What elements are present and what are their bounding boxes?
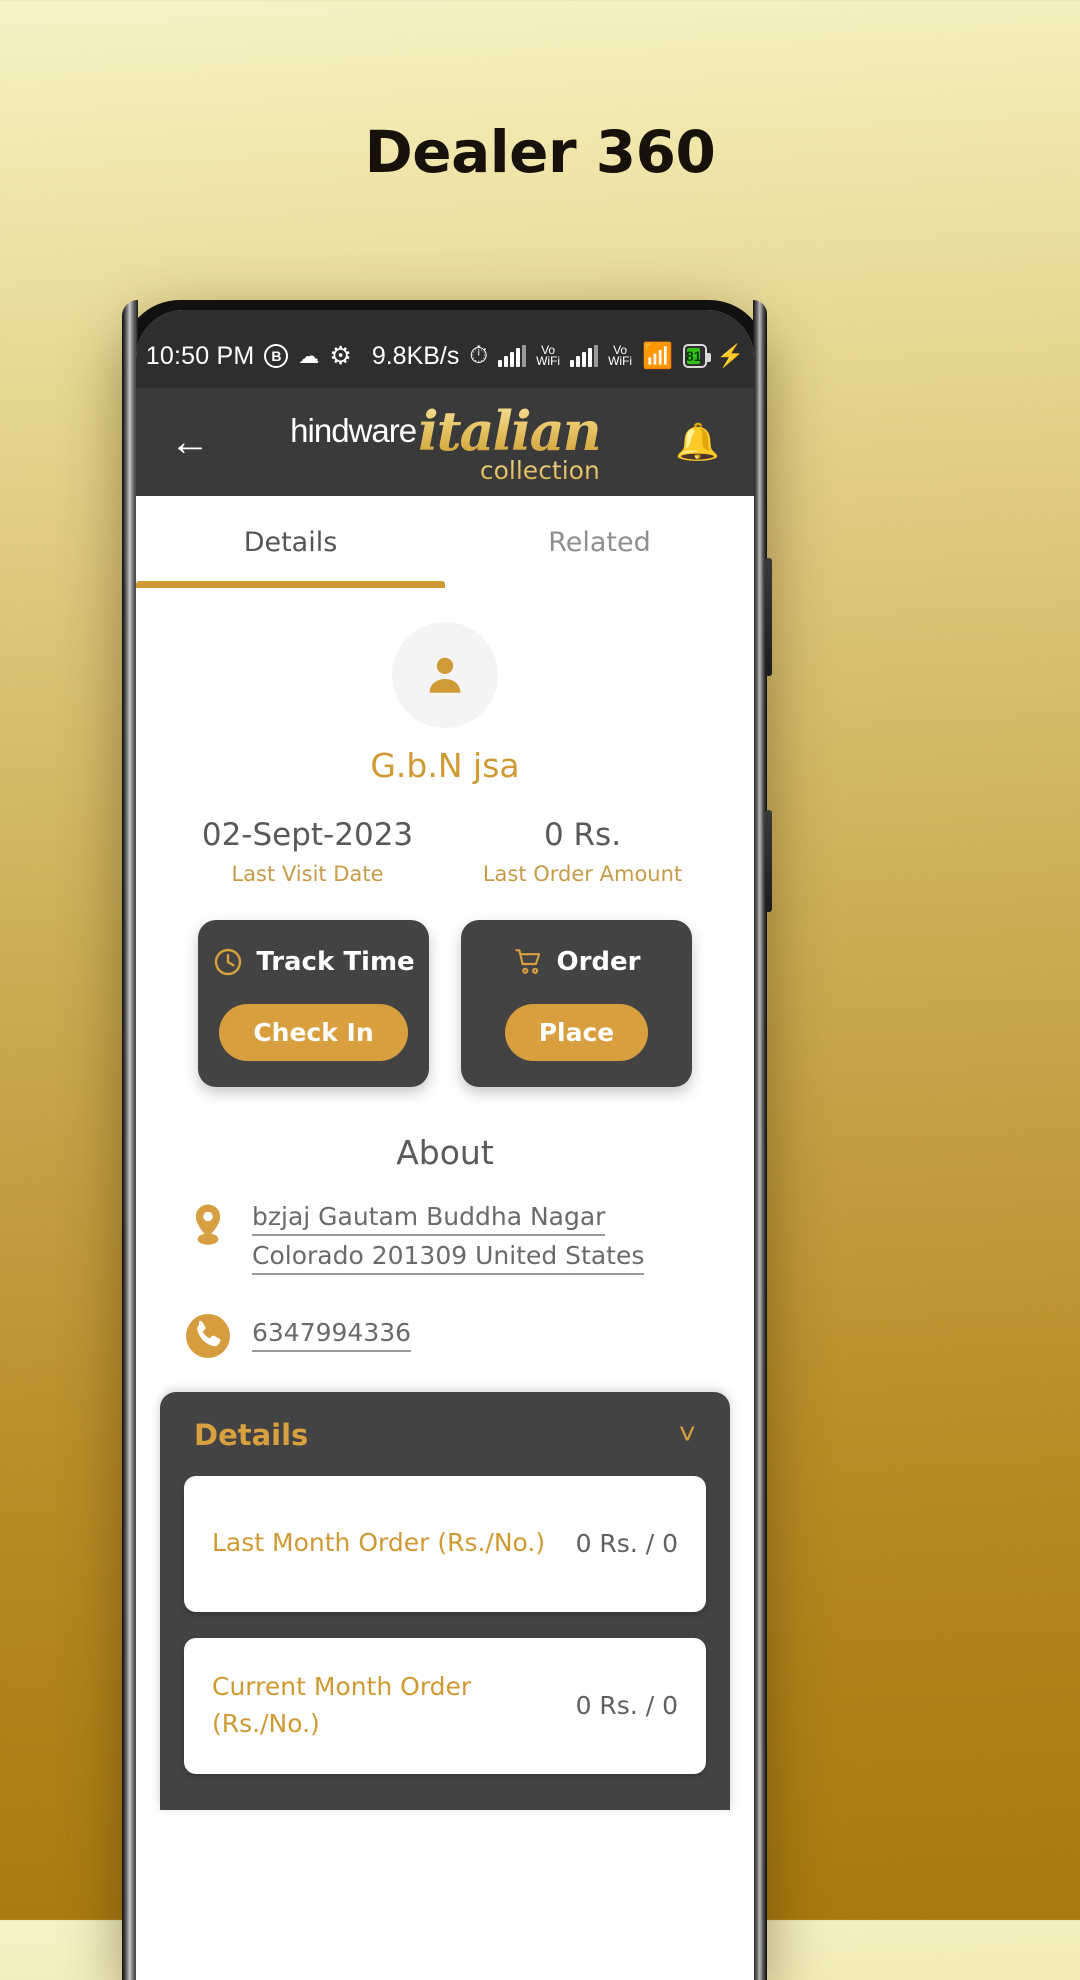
- order-header: Order: [513, 946, 641, 978]
- stat-value: 0 Rs.: [543, 817, 622, 853]
- status-bar: 10:50 PM B ☁ ⚙ 9.8KB/s ⏱ Vo WiFi Vo WiFi 📶…: [136, 310, 754, 388]
- dealer-name: G.b.N jsa: [370, 746, 520, 785]
- gear-icon: ⚙: [329, 341, 352, 370]
- wifi-icon: 📶: [642, 341, 674, 370]
- location-pin-icon: [186, 1198, 230, 1248]
- signal-bars-sim2-icon: [570, 345, 599, 367]
- clock-icon: [215, 948, 242, 976]
- avatar: [392, 622, 498, 728]
- volte-label-sim2: Vo WiFi: [608, 343, 633, 368]
- app-logo: hindwareitalian collection: [136, 399, 754, 485]
- phone-row[interactable]: 6347994336: [136, 1310, 754, 1358]
- track-time-card: Track Time Check In: [198, 920, 429, 1087]
- tab-bar: Details Related: [136, 496, 754, 588]
- data-speed-indicator: 9.8KB/s: [371, 341, 460, 370]
- phone-device-frame: 10:50 PM B ☁ ⚙ 9.8KB/s ⏱ Vo WiFi Vo WiFi 📶…: [122, 300, 772, 1980]
- table-row: Current Month Order (Rs./No.) 0 Rs. / 0: [184, 1637, 706, 1774]
- power-button[interactable]: [765, 810, 772, 912]
- track-time-header: Track Time: [212, 946, 415, 978]
- stat-label: Last Visit Date: [231, 862, 384, 886]
- about-heading: About: [396, 1133, 494, 1172]
- details-content: G.b.N jsa 02-Sept-2023 Last Visit Date 0…: [136, 588, 754, 1810]
- battery-icon: 81: [683, 344, 711, 368]
- stat-last-visit: 02-Sept-2023 Last Visit Date: [170, 817, 445, 886]
- messenger-badge-icon: B: [264, 344, 289, 368]
- row-label: Current Month Order (Rs./No.): [212, 1672, 472, 1738]
- logo-script-text: italian: [418, 399, 602, 463]
- bolt-icon: ⚡: [716, 343, 745, 368]
- place-order-button[interactable]: Place: [504, 1004, 649, 1061]
- order-title: Order: [556, 947, 641, 977]
- signal-bars-sim1-icon: [498, 345, 527, 367]
- battery-level: 81: [685, 348, 702, 364]
- tab-related[interactable]: Related: [445, 496, 754, 588]
- address-row[interactable]: bzjaj Gautam Buddha Nagar Colorado 20130…: [136, 1198, 754, 1276]
- details-accordion-header[interactable]: Details ˅: [160, 1392, 730, 1476]
- row-value: 0 Rs. / 0: [575, 1529, 678, 1558]
- bell-icon[interactable]: 🔔: [675, 424, 720, 460]
- stat-value: 02-Sept-2023: [201, 817, 414, 853]
- cart-icon: [514, 949, 540, 974]
- chevron-down-icon[interactable]: ˅: [678, 1419, 696, 1450]
- alarm-icon: ⏱: [469, 342, 489, 369]
- app-bar: ← hindwareitalian collection 🔔: [136, 388, 754, 496]
- phone-text[interactable]: 6347994336: [252, 1314, 412, 1353]
- address-text[interactable]: bzjaj Gautam Buddha Nagar Colorado 20130…: [252, 1198, 704, 1276]
- table-row: Last Month Order (Rs./No.) 0 Rs. / 0: [184, 1475, 706, 1612]
- row-label: Last Month Order (Rs./No.): [212, 1528, 546, 1558]
- row-value: 0 Rs. / 0: [575, 1691, 678, 1720]
- volte-label-sim1: Vo WiFi: [536, 343, 561, 368]
- handset-icon: [197, 1320, 221, 1346]
- person-icon: [429, 657, 461, 693]
- stat-label: Last Order Amount: [482, 862, 683, 886]
- logo-brand-text: hindware: [290, 412, 417, 449]
- tab-details[interactable]: Details: [136, 496, 445, 588]
- volume-button[interactable]: [765, 558, 772, 676]
- track-time-title: Track Time: [256, 947, 415, 977]
- details-accordion-body: Last Month Order (Rs./No.) 0 Rs. / 0 Cur…: [160, 1475, 730, 1810]
- stats-row: 02-Sept-2023 Last Visit Date 0 Rs. Last …: [136, 817, 754, 886]
- phone-right-edge: [753, 300, 767, 1980]
- action-cards: Track Time Check In Order Place: [136, 920, 754, 1087]
- phone-screen: 10:50 PM B ☁ ⚙ 9.8KB/s ⏱ Vo WiFi Vo WiFi 📶…: [136, 310, 754, 1980]
- details-accordion: Details ˅ Last Month Order (Rs./No.) 0 R…: [160, 1391, 730, 1810]
- back-arrow-icon[interactable]: ←: [170, 422, 222, 462]
- status-time: 10:50 PM: [145, 341, 255, 370]
- check-in-button[interactable]: Check In: [219, 1004, 408, 1061]
- cloud-icon: ☁: [298, 344, 320, 368]
- avatar-container: [136, 622, 754, 728]
- page-title: Dealer 360: [364, 118, 716, 186]
- details-accordion-title: Details: [194, 1417, 309, 1452]
- logo-sub-text: collection: [479, 456, 600, 485]
- phone-icon: [186, 1310, 230, 1358]
- stat-last-order-amount: 0 Rs. Last Order Amount: [445, 817, 720, 886]
- order-card: Order Place: [461, 920, 692, 1087]
